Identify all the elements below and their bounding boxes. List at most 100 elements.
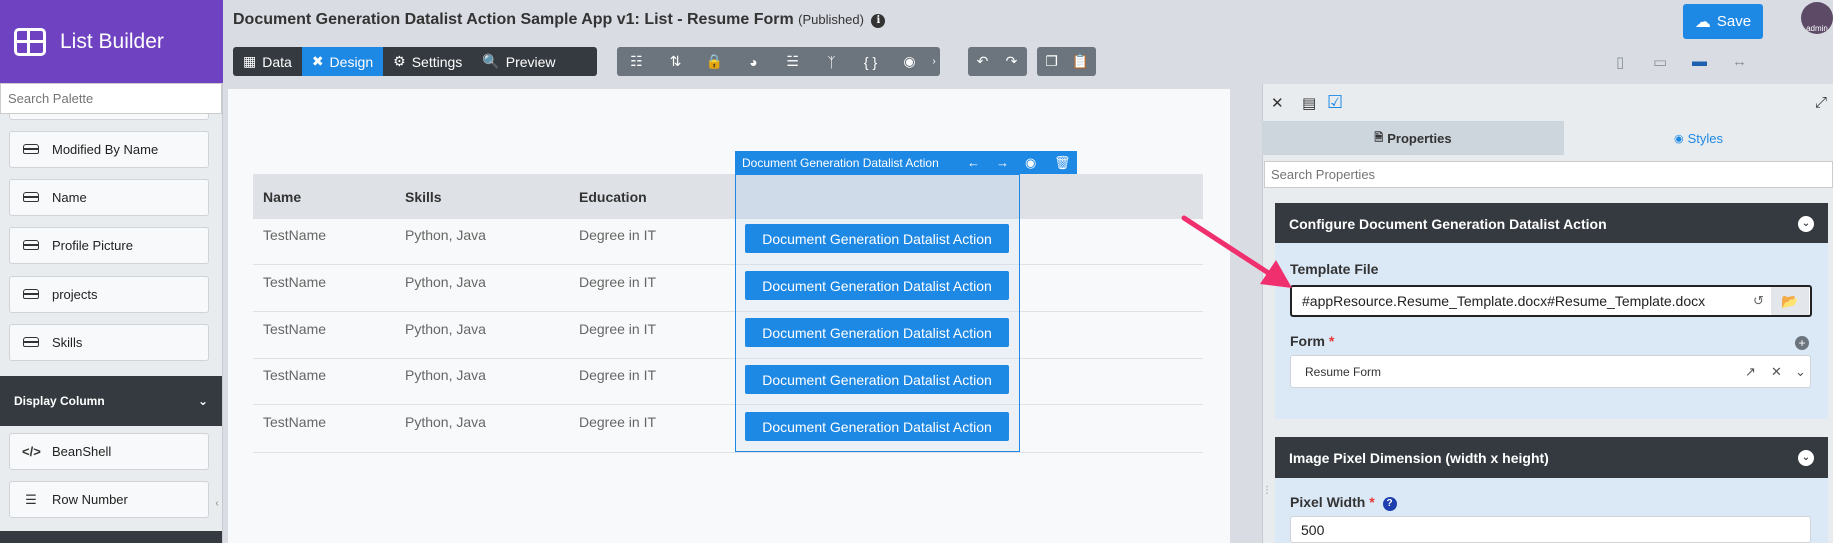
clear-icon[interactable]: ✕ — [1771, 364, 1782, 380]
tab-label: Settings — [411, 53, 463, 70]
tab-label: Properties — [1387, 130, 1452, 146]
column-header-skills[interactable]: Skills — [405, 189, 442, 205]
row-divider — [253, 452, 1203, 453]
form-label: Form * — [1290, 333, 1334, 349]
design-icon: ✖ — [311, 53, 324, 69]
document-generation-action-button[interactable]: Document Generation Datalist Action — [745, 224, 1009, 253]
add-icon[interactable]: + — [1795, 336, 1809, 350]
section-configure-header[interactable]: Configure Document Generation Datalist A… — [1275, 203, 1828, 244]
hdd-icon — [22, 238, 40, 253]
table-icon — [14, 27, 46, 56]
gear-icon: ⚙ — [393, 53, 406, 69]
column-header-name[interactable]: Name — [263, 189, 301, 205]
binoculars-icon[interactable]: ◕ — [734, 47, 773, 76]
palette-item-name[interactable]: Name — [9, 179, 209, 216]
action-column-header — [735, 174, 1020, 219]
import-icon[interactable]: ⇅ — [656, 47, 695, 76]
section-pixel-dimension-header[interactable]: Image Pixel Dimension (width x height) ⌄ — [1275, 437, 1828, 478]
palette-section-next[interactable] — [0, 531, 222, 543]
section-title: Configure Document Generation Datalist A… — [1289, 215, 1607, 232]
palette-item-label: Skills — [52, 335, 83, 350]
mobile-icon[interactable]: ▯ — [1616, 53, 1624, 71]
chevron-right-icon[interactable]: › — [929, 47, 939, 76]
properties-search-input[interactable] — [1264, 161, 1833, 188]
arrow-left-icon[interactable]: ← — [967, 155, 980, 170]
laptop-icon[interactable]: ▬ — [1692, 53, 1707, 70]
selected-element-label: Document Generation Datalist Action — [742, 155, 939, 170]
paste-icon[interactable]: 📋 — [1066, 47, 1095, 76]
chevron-down-icon: ⌄ — [1798, 449, 1814, 466]
tab-properties[interactable]: 🗎 Properties — [1262, 121, 1564, 155]
app-title-text: Document Generation Datalist Action Samp… — [233, 11, 794, 28]
reset-icon[interactable]: ↺ — [1753, 293, 1764, 309]
pixel-width-label-text: Pixel Width — [1290, 494, 1366, 510]
external-link-icon[interactable]: ↗ — [1745, 364, 1756, 380]
palette-icon[interactable]: ◉ — [1025, 155, 1036, 171]
palette-item-label: BeanShell — [52, 444, 112, 459]
document-generation-action-button[interactable]: Document Generation Datalist Action — [745, 365, 1009, 394]
collapse-handle-icon[interactable]: ‹ — [212, 483, 222, 523]
palette-search-input[interactable] — [0, 83, 222, 114]
close-icon[interactable]: ✕ — [1271, 94, 1284, 112]
save-button[interactable]: ☁ Save — [1683, 4, 1763, 39]
palette-item-profile-picture[interactable]: Profile Picture — [9, 227, 209, 264]
translate-icon[interactable]: ☱ — [773, 47, 812, 76]
document-generation-action-button[interactable]: Document Generation Datalist Action — [745, 271, 1009, 300]
arrow-right-icon[interactable]: → — [996, 155, 1009, 170]
tab-preview[interactable]: 🔍 Preview — [472, 47, 565, 76]
fullscreen-icon[interactable]: ⤢ — [1815, 94, 1827, 111]
save-icon[interactable]: ▤ — [1302, 94, 1316, 112]
trash-icon[interactable]: 🗑 — [1054, 155, 1071, 171]
row-divider — [253, 311, 1203, 312]
tab-design[interactable]: ✖ Design — [301, 47, 384, 76]
help-icon[interactable]: ? — [1382, 497, 1397, 511]
form-select-value: Resume Form — [1305, 364, 1382, 379]
tools-toolbar: ☷ ⇅ 🔒 ◕ ☱ ᛉ { } ◉ › — [617, 47, 940, 76]
tablet-icon[interactable]: ▭ — [1653, 53, 1667, 71]
document-generation-action-button[interactable]: Document Generation Datalist Action — [745, 412, 1009, 441]
palette-item-row-number[interactable]: ☰ Row Number — [9, 481, 209, 518]
undo-icon[interactable]: ↶ — [968, 47, 997, 76]
checkbox-icon[interactable]: ☑ — [1327, 92, 1343, 113]
cell-skills: Python, Java — [405, 321, 486, 337]
tab-data[interactable]: ▦ Data — [233, 47, 302, 76]
pixel-width-input[interactable] — [1290, 516, 1811, 543]
palette-item-modified-by-name[interactable]: Modified By Name — [9, 131, 209, 168]
avatar[interactable]: admin — [1801, 2, 1833, 34]
info-icon[interactable]: i — [871, 14, 886, 28]
tab-settings[interactable]: ⚙ Settings — [383, 47, 472, 76]
palette-item-skills[interactable]: Skills — [9, 324, 209, 361]
form-select[interactable]: Resume Form — [1290, 355, 1811, 388]
palette-item-beanshell[interactable]: </> BeanShell — [9, 433, 209, 470]
design-canvas — [228, 89, 1230, 543]
tab-styles[interactable]: ◉ Styles — [1564, 121, 1833, 155]
cell-education: Degree in IT — [579, 321, 657, 337]
panel-resize-handle[interactable]: ⋮ — [1262, 485, 1272, 520]
column-header-education[interactable]: Education — [579, 189, 647, 205]
tab-label: Design — [329, 53, 374, 70]
palette-section-display-column[interactable]: Display Column ⌄ — [0, 376, 222, 426]
expand-horizontal-icon[interactable]: ↔ — [1732, 53, 1747, 70]
page-title: Document Generation Datalist Action Samp… — [233, 11, 886, 29]
copy-icon[interactable]: ❐ — [1037, 47, 1066, 76]
cell-skills: Python, Java — [405, 367, 486, 383]
palette-item-projects[interactable]: projects — [9, 276, 209, 313]
sitemap-icon[interactable]: ☷ — [617, 47, 656, 76]
cell-name: TestName — [263, 414, 327, 430]
camera-icon[interactable]: ◉ — [890, 47, 929, 76]
document-generation-action-button[interactable]: Document Generation Datalist Action — [745, 318, 1009, 347]
chevron-down-icon[interactable]: ⌄ — [1795, 364, 1806, 380]
branch-icon[interactable]: ᛉ — [812, 47, 851, 76]
redo-icon[interactable]: ↷ — [997, 47, 1026, 76]
folder-open-icon[interactable]: 📂 — [1771, 287, 1809, 315]
lock-icon[interactable]: 🔒 — [695, 47, 734, 76]
template-file-input[interactable]: #appResource.Resume_Template.docx#Resume… — [1290, 285, 1812, 317]
palette-item-label: Name — [52, 190, 87, 205]
hdd-icon — [22, 190, 40, 205]
row-divider — [253, 358, 1203, 359]
palette-icon: ◉ — [1673, 132, 1684, 145]
row-divider — [253, 404, 1203, 405]
list-ol-icon: ☰ — [25, 491, 37, 507]
braces-icon[interactable]: { } — [851, 47, 890, 76]
section-title: Image Pixel Dimension (width x height) — [1289, 449, 1549, 466]
